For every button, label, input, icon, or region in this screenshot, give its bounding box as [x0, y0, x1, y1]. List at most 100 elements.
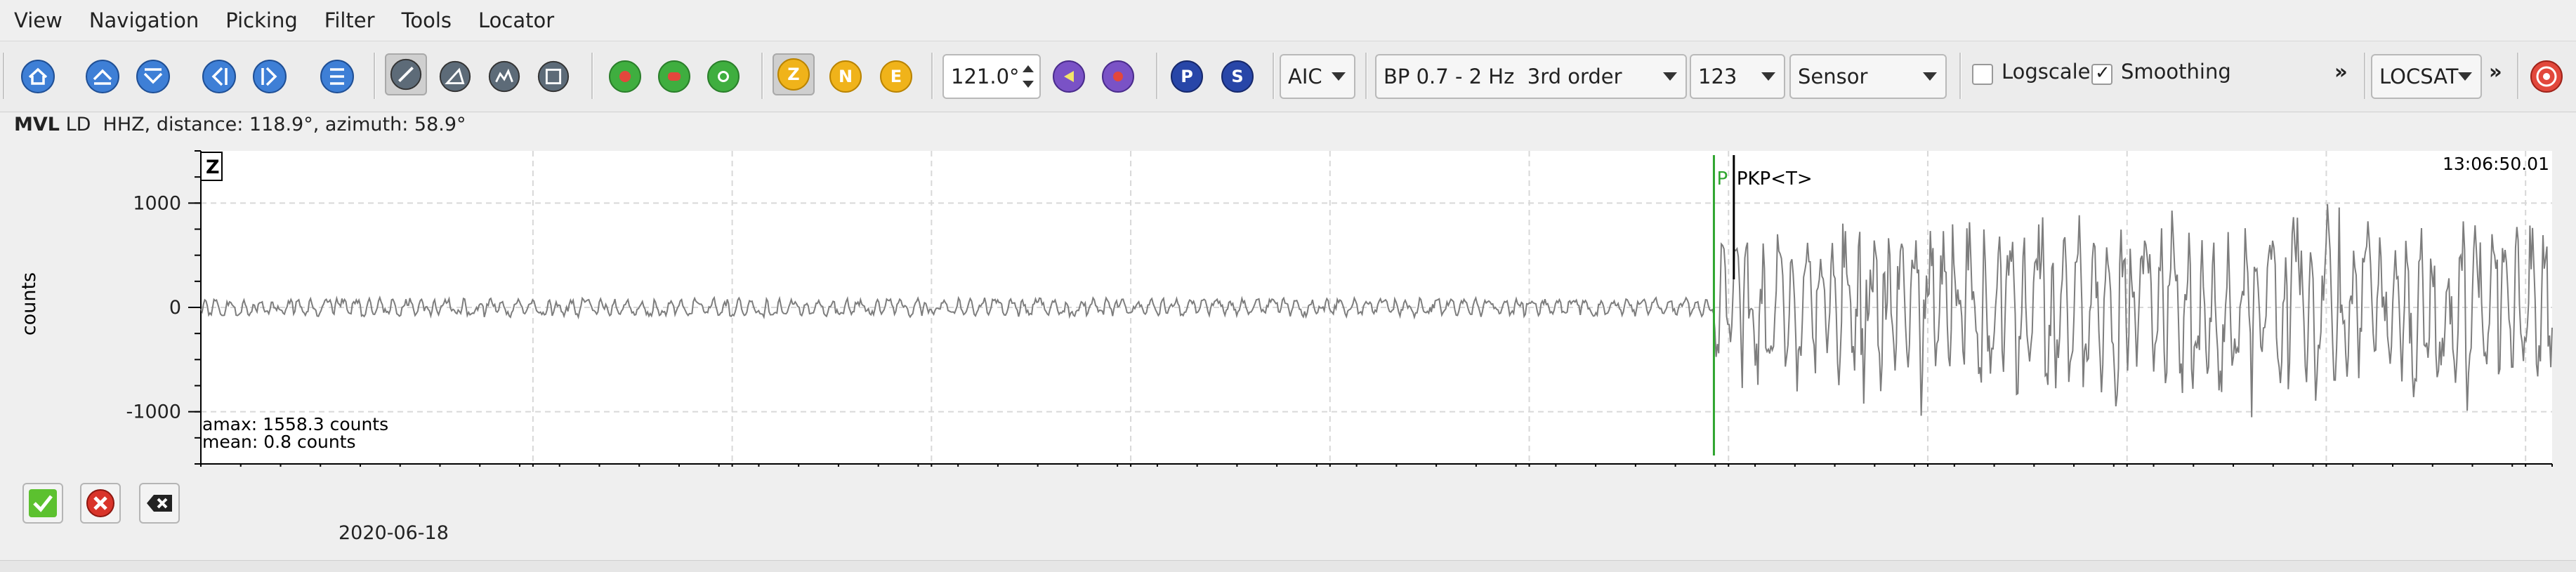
- menu-bar: View Navigation Picking Filter Tools Loc…: [0, 0, 2576, 41]
- home-button[interactable]: [17, 55, 59, 98]
- y-tick-label: 0: [169, 297, 181, 319]
- toolbar-separator: [1365, 53, 1367, 99]
- toolbar-separator: [374, 53, 376, 99]
- rotate-left-button[interactable]: [1048, 55, 1090, 98]
- toolbar-separator: [1959, 53, 1961, 99]
- toolbar-separator: [2364, 53, 2366, 99]
- align-icon: [320, 60, 354, 93]
- unit-combo-value: Sensor: [1798, 65, 1868, 88]
- scroll-down-button[interactable]: [132, 55, 174, 98]
- menu-picking[interactable]: Picking: [216, 8, 308, 32]
- picker-combo[interactable]: AIC: [1280, 54, 1355, 99]
- arrow-right-icon: [253, 60, 287, 93]
- scroll-up-button[interactable]: [81, 55, 124, 98]
- rotate-right-icon: [1102, 60, 1134, 93]
- spectrogram-tool-button[interactable]: [483, 55, 525, 98]
- align-button[interactable]: [316, 55, 358, 98]
- toolbar-handle: [3, 53, 5, 99]
- component-combo[interactable]: 123: [1690, 54, 1785, 99]
- target-icon: [2530, 60, 2563, 93]
- component-n-button[interactable]: N: [824, 55, 867, 98]
- y-axis-label: counts: [18, 272, 40, 335]
- pick-p-icon: P: [1171, 60, 1203, 93]
- waveform-plot[interactable]: 13:07:1513:07:3013:07:4513:08:0013:08:15…: [0, 137, 2576, 510]
- unit-combo[interactable]: Sensor: [1789, 54, 1947, 99]
- mean-label: mean: 0.8 counts: [202, 432, 356, 452]
- component-e-button[interactable]: E: [875, 55, 917, 98]
- spin-up-icon[interactable]: [1023, 65, 1034, 72]
- accept-button[interactable]: [22, 483, 63, 524]
- filter-combo-value: BP 0.7 - 2 Hz 3rd order: [1384, 65, 1622, 88]
- spectrogram-icon: [488, 60, 520, 93]
- checkmark-icon: [29, 489, 57, 517]
- toolbar-separator: [1273, 53, 1275, 99]
- add-pick-button[interactable]: [604, 55, 646, 98]
- trace-start-time: 13:06:50.01: [2443, 154, 2549, 174]
- menu-filter[interactable]: Filter: [315, 8, 385, 32]
- pick-p-button[interactable]: P: [1166, 55, 1208, 98]
- menu-navigation[interactable]: Navigation: [79, 8, 209, 32]
- y-tick-label: 1000: [133, 192, 181, 214]
- trace-description: LD HHZ, distance: 118.9°, azimuth: 58.9°: [65, 114, 466, 135]
- status-bar: [0, 560, 2576, 572]
- filter-combo[interactable]: BP 0.7 - 2 Hz 3rd order: [1375, 54, 1687, 99]
- chevron-down-icon: [1761, 72, 1775, 81]
- rotate-left-icon: [1053, 60, 1085, 93]
- chevron-down-icon: [1923, 72, 1937, 81]
- remove-pick-button[interactable]: [653, 55, 695, 98]
- add-pick-icon: [609, 60, 641, 93]
- rotation-spinbox[interactable]: 121.0°: [942, 54, 1041, 99]
- reject-icon: [86, 489, 114, 517]
- toolbar-separator: [931, 53, 933, 99]
- measure-tool-button[interactable]: [434, 55, 476, 98]
- component-e-icon: E: [880, 60, 912, 93]
- smoothing-label: Smoothing: [2121, 60, 2231, 84]
- toolbar-separator: [761, 53, 763, 99]
- pick-tool-icon: [390, 58, 422, 91]
- component-n-icon: N: [829, 60, 862, 93]
- scroll-right-button[interactable]: [249, 55, 291, 98]
- locator-combo-value: LOCSAT: [2379, 65, 2459, 88]
- toolbar-separator: [2517, 53, 2519, 99]
- close-icon: [147, 495, 172, 512]
- relocate-button[interactable]: [2525, 55, 2568, 98]
- locator-combo[interactable]: LOCSAT: [2371, 54, 2482, 99]
- relocate-pick-icon: [707, 60, 740, 93]
- smoothing-checkbox[interactable]: [2091, 62, 2112, 85]
- chevron-down-icon: [1332, 72, 1346, 81]
- pick-s-button[interactable]: S: [1216, 55, 1259, 98]
- spin-down-icon[interactable]: [1023, 81, 1034, 88]
- logscale-label: Logscale: [2002, 60, 2091, 84]
- relocate-pick-button[interactable]: [702, 55, 744, 98]
- menu-view[interactable]: View: [4, 8, 72, 32]
- waveform-tool-button[interactable]: [532, 55, 574, 98]
- component-z-icon: Z: [777, 58, 810, 91]
- toolbar-separator: [1156, 53, 1158, 99]
- component-badge: Z: [206, 157, 220, 178]
- locator-overflow-button[interactable]: »: [2489, 60, 2502, 84]
- toolbar-overflow-button[interactable]: »: [2334, 60, 2348, 84]
- station-code: MVL: [14, 114, 60, 135]
- component-z-button[interactable]: Z: [773, 53, 815, 95]
- component-combo-value: 123: [1698, 65, 1737, 88]
- pick-tool-button[interactable]: [385, 53, 427, 95]
- scroll-left-button[interactable]: [198, 55, 240, 98]
- pick-marker-label: PKP<T>: [1737, 168, 1813, 189]
- close-button[interactable]: [139, 483, 180, 524]
- waveform-svg[interactable]: 13:07:1513:07:3013:07:4513:08:0013:08:15…: [0, 137, 2576, 510]
- reject-button[interactable]: [80, 483, 121, 524]
- arrow-up-icon: [86, 60, 119, 93]
- pick-s-icon: S: [1221, 60, 1254, 93]
- home-icon: [21, 60, 55, 93]
- menu-tools[interactable]: Tools: [392, 8, 461, 32]
- menu-locator[interactable]: Locator: [468, 8, 564, 32]
- pick-marker-label: P: [1716, 168, 1728, 189]
- rotate-right-button[interactable]: [1097, 55, 1139, 98]
- toolbar: Z N E 121.0° P S AIC BP 0.7 - 2 Hz 3rd o…: [0, 41, 2576, 112]
- chevron-down-icon: [2458, 72, 2472, 81]
- remove-pick-icon: [658, 60, 690, 93]
- arrow-down-icon: [136, 60, 170, 93]
- chevron-down-icon: [1663, 72, 1677, 81]
- logscale-checkbox[interactable]: [1972, 64, 1993, 85]
- measure-tool-icon: [439, 60, 471, 93]
